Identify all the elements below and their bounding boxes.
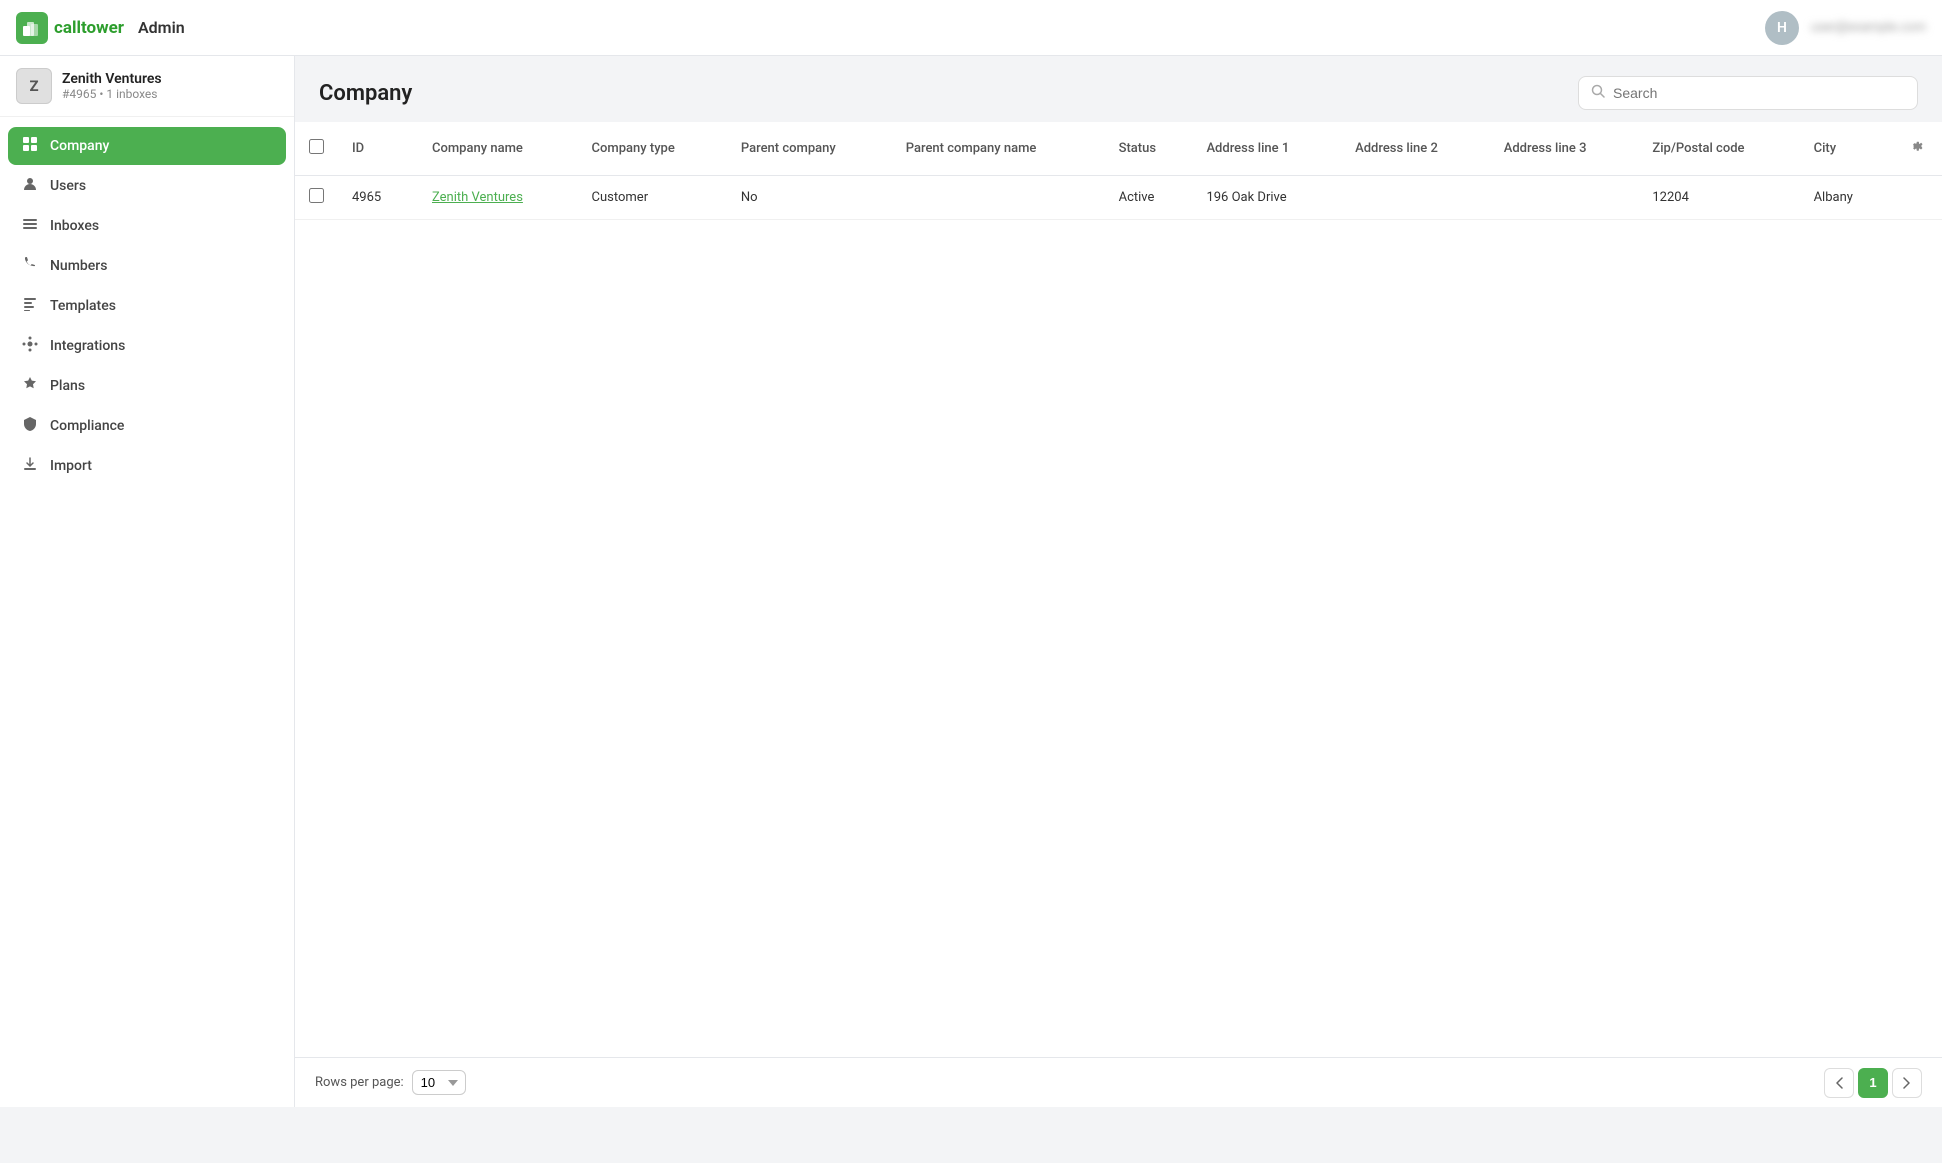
prev-page-button[interactable] <box>1824 1068 1854 1098</box>
templates-icon <box>20 296 40 316</box>
numbers-label: Numbers <box>50 258 107 274</box>
table-header-row: ID Company name Company type Parent comp… <box>295 122 1942 176</box>
company-icon <box>20 136 40 156</box>
col-address2: Address line 2 <box>1341 122 1490 176</box>
table-container: ID Company name Company type Parent comp… <box>295 122 1942 1057</box>
sidebar-item-company[interactable]: Company <box>8 127 286 165</box>
table-settings-button[interactable] <box>1904 134 1928 163</box>
col-zip: Zip/Postal code <box>1638 122 1799 176</box>
org-meta: #4965 • 1 inboxes <box>62 87 162 101</box>
select-all-checkbox[interactable] <box>309 139 324 154</box>
row-checkbox[interactable] <box>309 188 324 203</box>
table-body: 4965 Zenith Ventures Customer No Active … <box>295 176 1942 220</box>
col-settings <box>1890 122 1942 176</box>
rows-label: Rows per page: <box>315 1075 404 1090</box>
header-left: calltower Admin <box>16 12 185 44</box>
plans-icon <box>20 376 40 396</box>
col-city: City <box>1800 122 1890 176</box>
user-name: user@example.com <box>1811 20 1926 35</box>
cell-address3 <box>1490 176 1639 220</box>
rows-select[interactable]: 10 25 50 100 <box>412 1070 466 1095</box>
col-address1: Address line 1 <box>1192 122 1341 176</box>
org-name: Zenith Ventures <box>62 71 162 87</box>
cell-parent-company: No <box>727 176 892 220</box>
company-label: Company <box>50 138 109 154</box>
select-all-col <box>295 122 338 176</box>
col-company-name: Company name <box>418 122 578 176</box>
sidebar-item-plans[interactable]: Plans <box>8 367 286 405</box>
table-footer: Rows per page: 10 25 50 100 1 <box>295 1057 1942 1107</box>
logo: calltower <box>16 12 124 44</box>
col-status: Status <box>1105 122 1193 176</box>
import-label: Import <box>50 458 92 474</box>
col-parent-company: Parent company <box>727 122 892 176</box>
top-header: calltower Admin H user@example.com <box>0 0 1942 56</box>
inboxes-icon <box>20 216 40 236</box>
col-company-type: Company type <box>578 122 727 176</box>
compliance-label: Compliance <box>50 418 124 434</box>
page-1-button[interactable]: 1 <box>1858 1068 1888 1098</box>
integrations-icon <box>20 336 40 356</box>
sidebar-item-inboxes[interactable]: Inboxes <box>8 207 286 245</box>
search-input[interactable] <box>1613 85 1905 101</box>
sidebar-item-templates[interactable]: Templates <box>8 287 286 325</box>
search-icon <box>1591 84 1605 102</box>
sidebar-item-import[interactable]: Import <box>8 447 286 485</box>
nav-menu: Company Users <box>0 117 294 495</box>
sidebar: Z Zenith Ventures #4965 • 1 inboxes Comp… <box>0 56 295 1107</box>
sidebar-item-compliance[interactable]: Compliance <box>8 407 286 445</box>
content-header: Company <box>295 56 1942 122</box>
col-parent-company-name: Parent company name <box>892 122 1105 176</box>
integrations-label: Integrations <box>50 338 125 354</box>
org-info: Zenith Ventures #4965 • 1 inboxes <box>62 71 162 101</box>
plans-label: Plans <box>50 378 85 394</box>
cell-company-name[interactable]: Zenith Ventures <box>418 176 578 220</box>
col-id: ID <box>338 122 418 176</box>
sidebar-item-numbers[interactable]: Numbers <box>8 247 286 285</box>
rows-per-page: Rows per page: 10 25 50 100 <box>315 1070 466 1095</box>
logo-text: calltower <box>54 18 124 38</box>
cell-id: 4965 <box>338 176 418 220</box>
import-icon <box>20 456 40 476</box>
cell-status: Active <box>1105 176 1193 220</box>
main-content: Company ID <box>295 56 1942 1107</box>
row-checkbox-cell <box>295 176 338 220</box>
numbers-icon <box>20 256 40 276</box>
user-avatar: H <box>1765 11 1799 45</box>
next-page-button[interactable] <box>1892 1068 1922 1098</box>
cell-address2 <box>1341 176 1490 220</box>
col-address3: Address line 3 <box>1490 122 1639 176</box>
cell-parent-company-name <box>892 176 1105 220</box>
admin-label: Admin <box>138 18 185 37</box>
compliance-icon <box>20 416 40 436</box>
cell-company-type: Customer <box>578 176 727 220</box>
sidebar-item-integrations[interactable]: Integrations <box>8 327 286 365</box>
search-bar[interactable] <box>1578 76 1918 110</box>
logo-icon <box>16 12 48 44</box>
users-label: Users <box>50 178 86 194</box>
templates-label: Templates <box>50 298 116 314</box>
cell-address1: 196 Oak Drive <box>1192 176 1341 220</box>
org-avatar: Z <box>16 68 52 104</box>
pagination: 1 <box>1824 1068 1922 1098</box>
page-title: Company <box>319 81 412 106</box>
sidebar-item-users[interactable]: Users <box>8 167 286 205</box>
header-right: H user@example.com <box>1765 11 1926 45</box>
layout: Z Zenith Ventures #4965 • 1 inboxes Comp… <box>0 56 1942 1107</box>
org-section[interactable]: Z Zenith Ventures #4965 • 1 inboxes <box>0 56 294 117</box>
company-table: ID Company name Company type Parent comp… <box>295 122 1942 220</box>
users-icon <box>20 176 40 196</box>
cell-settings <box>1890 176 1942 220</box>
inboxes-label: Inboxes <box>50 218 99 234</box>
table-row: 4965 Zenith Ventures Customer No Active … <box>295 176 1942 220</box>
cell-zip: 12204 <box>1638 176 1799 220</box>
cell-city: Albany <box>1800 176 1890 220</box>
